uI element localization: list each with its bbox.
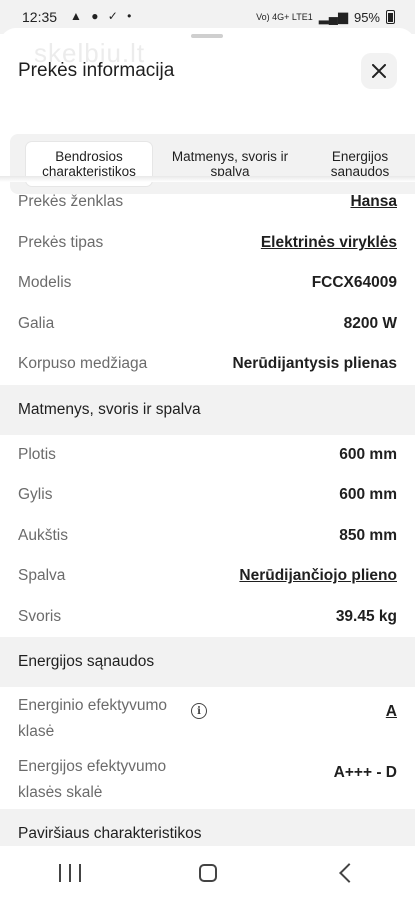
spec-label: Energinio efektyvumo klasė — [18, 697, 168, 740]
spec-row: Spalva Nerūdijančiojo plieno — [0, 556, 415, 597]
recent-bar-icon — [79, 864, 82, 882]
close-button[interactable] — [361, 53, 397, 89]
spec-label: Aukštis — [18, 526, 68, 544]
battery-percent: 95% — [353, 9, 380, 25]
spec-label: Spalva — [18, 567, 66, 585]
sheet-title: Prekės informacija — [18, 60, 175, 81]
spec-row: Energijos efektyvumo klasės skalė A+++ -… — [0, 748, 415, 809]
spec-label: Plotis — [18, 445, 56, 463]
spec-value: 850 mm — [339, 526, 397, 544]
recent-bar-icon — [69, 864, 72, 882]
status-time: 12:35 — [22, 9, 58, 25]
spec-value: A+++ - D — [333, 764, 397, 781]
spec-label: Modelis — [18, 274, 72, 292]
spec-label: Prekės ženklas — [18, 193, 124, 211]
system-nav-bar — [0, 846, 415, 900]
spec-label: Energijos efektyvumo klasės skalė — [18, 758, 167, 801]
back-button[interactable] — [338, 863, 359, 883]
spec-value: Nerūdijantysis plienas — [232, 355, 397, 373]
spec-value: FCCX64009 — [311, 274, 397, 292]
spec-label: Gylis — [18, 486, 53, 504]
close-icon — [372, 64, 386, 78]
status-right: Vo) 4G+ LTE1 ▂▄▆ 95% — [256, 9, 395, 25]
spec-label: Svoris — [18, 607, 62, 625]
spec-value: 600 mm — [339, 445, 397, 463]
spec-value: 600 mm — [339, 486, 397, 504]
spec-row: Prekės tipas Elektrinės viryklės — [0, 223, 415, 264]
spec-row: Modelis FCCX64009 — [0, 263, 415, 304]
network-label: Vo) 4G+ LTE1 — [256, 11, 313, 22]
energy-class-link[interactable]: A — [386, 699, 397, 725]
section-header-energy: Energijos sąnaudos — [0, 637, 415, 687]
product-type-link[interactable]: Elektrinės viryklės — [261, 234, 397, 252]
spec-row: Plotis 600 mm — [0, 435, 415, 476]
spec-list: Prekės ženklas Hansa Prekės tipas Elektr… — [0, 182, 415, 859]
spec-row: Gylis 600 mm — [0, 475, 415, 516]
spec-label: Galia — [18, 314, 55, 332]
spec-value: 39.45 kg — [335, 607, 397, 625]
spec-row: Galia 8200 W — [0, 304, 415, 345]
recent-bar-icon — [59, 864, 62, 882]
recent-apps-button[interactable] — [59, 864, 82, 882]
spec-label: Prekės tipas — [18, 233, 104, 251]
info-icon[interactable]: i — [191, 703, 207, 719]
drag-handle[interactable] — [191, 34, 223, 38]
brand-link[interactable]: Hansa — [350, 193, 397, 211]
color-link[interactable]: Nerūdijančiojo plieno — [239, 567, 397, 585]
spec-label: Korpuso medžiaga — [18, 355, 148, 373]
spec-row: Energinio efektyvumo klasė i A — [0, 687, 415, 748]
signal-icon: ▂▄▆ — [318, 9, 348, 24]
section-header-dimensions: Matmenys, svoris ir spalva — [0, 384, 415, 435]
battery-icon — [386, 10, 395, 24]
spec-row: Aukštis 850 mm — [0, 516, 415, 557]
notification-icons: ▲ ● ✓ • — [70, 9, 135, 23]
spec-row: Korpuso medžiaga Nerūdijantysis plienas — [0, 344, 415, 385]
spec-value: 8200 W — [343, 314, 397, 332]
spec-row: Svoris 39.45 kg — [0, 597, 415, 638]
home-button[interactable] — [199, 864, 218, 882]
spec-row: Prekės ženklas Hansa — [0, 182, 415, 223]
